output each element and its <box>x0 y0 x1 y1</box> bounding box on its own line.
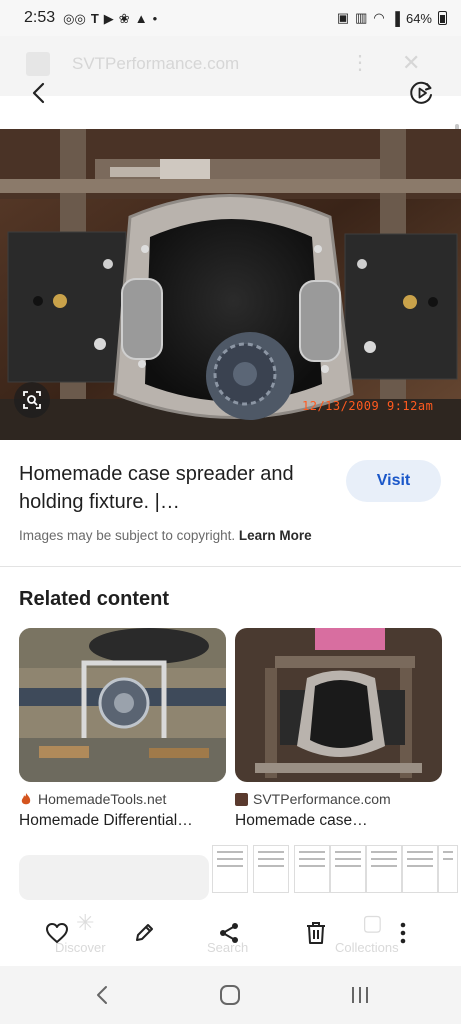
partial-result-thumb[interactable] <box>330 845 366 893</box>
related-card-svtperformance[interactable]: SVTPerformance.com Homemade case… <box>235 628 442 830</box>
related-card-homemadetools[interactable]: HomemadeTools.net Homemade Differential… <box>19 628 226 830</box>
wifi-icon: ◠ <box>373 10 385 25</box>
section-divider <box>0 566 461 567</box>
related-card-image[interactable] <box>235 628 442 782</box>
related-card-source-label: SVTPerformance.com <box>253 791 391 807</box>
more-vert-icon <box>400 922 406 944</box>
discover-icon: ✳ <box>76 910 95 935</box>
back-button[interactable] <box>22 76 56 110</box>
battery-percent: 64% <box>405 10 432 26</box>
copyright-text: Images may be subject to copyright. <box>19 528 236 543</box>
result-title[interactable]: Homemade case spreader and holding fixtu… <box>19 460 329 516</box>
learn-more-link[interactable]: Learn More <box>239 528 312 543</box>
partial-result-thumb[interactable] <box>402 845 438 893</box>
partial-result-thumb[interactable] <box>438 845 458 893</box>
visit-button[interactable]: Visit <box>346 460 441 502</box>
collections-icon: ▢ <box>362 910 383 935</box>
related-card-image[interactable] <box>19 628 226 782</box>
signal-icon: ▐ <box>390 10 400 26</box>
heart-icon <box>46 923 68 943</box>
related-card-source: SVTPerformance.com <box>235 791 442 807</box>
image-search-button[interactable] <box>14 382 50 418</box>
lens-button[interactable] <box>405 76 439 110</box>
dot-icon: • <box>152 10 158 26</box>
lens-play-icon <box>410 81 432 104</box>
recents-icon <box>352 987 368 1003</box>
chevron-left-icon <box>32 82 45 104</box>
related-heading: Related content <box>19 588 170 610</box>
partial-result-card[interactable] <box>19 855 209 900</box>
home-icon <box>220 985 240 1005</box>
delete-button[interactable] <box>301 918 331 948</box>
status-time: 2:53 <box>24 9 56 26</box>
bell-icon: ▲ <box>134 10 148 26</box>
partial-result-thumb[interactable] <box>212 845 248 893</box>
copyright-notice: Images may be subject to copyright. Lear… <box>19 528 312 543</box>
related-card-title[interactable]: Homemade Differential… <box>19 812 226 830</box>
svt-site-icon <box>235 792 248 806</box>
partial-result-thumb[interactable] <box>294 845 330 893</box>
status-right: ▣ ▥ ◠ ▐ 64% <box>337 10 447 26</box>
status-bar: 2:53 ◎◎ T ▶ ❀ ▲ • ▣ ▥ ◠ ▐ 64% <box>0 0 461 36</box>
case-fixture-photo-thumbnail <box>235 628 442 782</box>
hero-image[interactable] <box>0 129 461 440</box>
partial-result-thumb[interactable] <box>253 845 289 893</box>
system-back-button[interactable] <box>82 978 122 1012</box>
photo-timestamp: 12/13/2009 9:12am <box>302 399 434 413</box>
viewer-topbar <box>0 68 461 116</box>
trash-icon <box>307 922 325 944</box>
alarm-icon: ▣ <box>336 10 350 25</box>
vibrate-icon: ▥ <box>355 10 368 25</box>
back-icon <box>97 986 107 1004</box>
status-left-icons: ◎◎ T ▶ ❀ ▲ • <box>63 12 157 25</box>
related-card-source-label: HomemadeTools.net <box>38 791 167 807</box>
edit-button[interactable] <box>129 918 159 948</box>
share-icon <box>220 923 238 943</box>
save-button[interactable] <box>42 918 72 948</box>
tmobile-icon: T <box>90 10 99 26</box>
related-card-source: HomemadeTools.net <box>19 791 226 807</box>
flame-icon <box>21 793 31 805</box>
pinwheel-icon: ❀ <box>118 10 130 26</box>
share-button[interactable] <box>214 918 244 948</box>
differential-photo-thumbnail <box>19 628 226 782</box>
partial-result-thumb[interactable] <box>366 845 402 893</box>
lens-search-icon <box>23 391 41 409</box>
pencil-icon <box>136 924 153 941</box>
more-options-button[interactable] <box>388 918 418 948</box>
related-card-title[interactable]: Homemade case… <box>235 812 442 830</box>
differential-fixture-photo <box>0 129 461 440</box>
system-recents-button[interactable] <box>340 978 380 1012</box>
play-icon: ▶ <box>103 10 114 26</box>
system-home-button[interactable] <box>210 978 250 1012</box>
voicemail-icon: ◎◎ <box>63 10 86 26</box>
battery-icon <box>438 11 447 25</box>
